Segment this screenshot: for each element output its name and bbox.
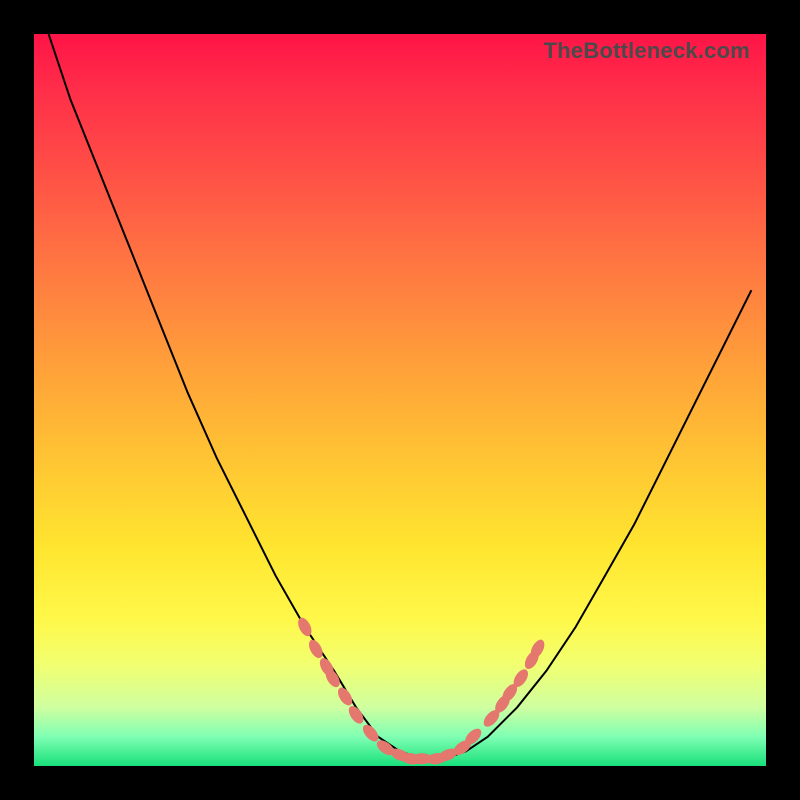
bottleneck-curve — [49, 34, 752, 759]
curve-layer — [34, 34, 766, 766]
chart-frame: TheBottleneck.com — [0, 0, 800, 800]
plot-area: TheBottleneck.com — [34, 34, 766, 766]
curve-marker — [306, 637, 325, 660]
curve-marker — [295, 615, 314, 638]
marker-group — [295, 615, 547, 765]
